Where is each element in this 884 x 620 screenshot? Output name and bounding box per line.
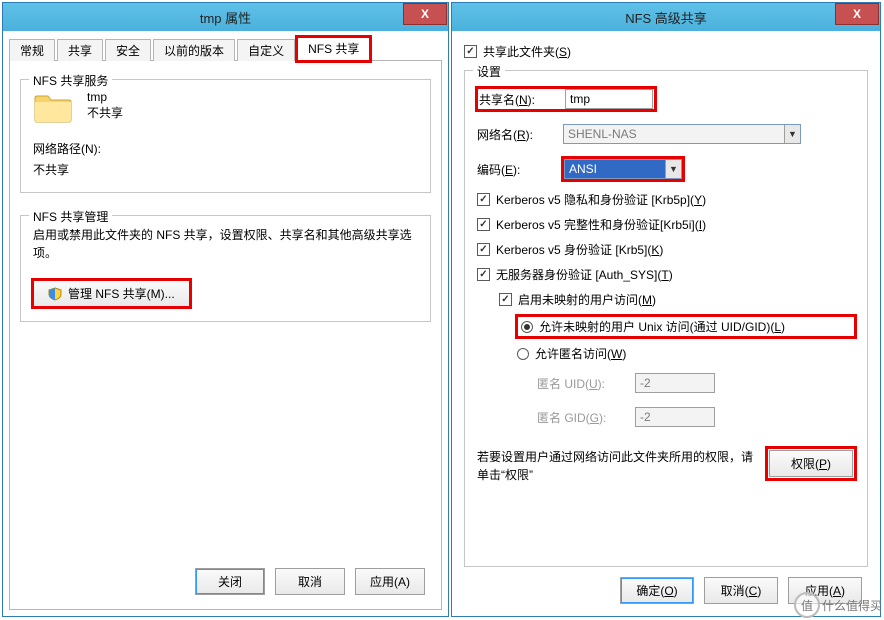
netname-value: SHENL-NAS	[564, 127, 784, 141]
cancel-button-right[interactable]: 取消(C)	[704, 577, 778, 604]
share-this-checkbox[interactable]	[464, 45, 477, 58]
share-this-folder-row[interactable]: 共享此文件夹(S)	[464, 43, 868, 60]
row-krb5p[interactable]: Kerberos v5 隐私和身份验证 [Krb5p](Y)	[477, 191, 855, 208]
nfs-advanced-dialog: NFS 高级共享 X 共享此文件夹(S) 设置 共享名(N): 网络名(R): …	[451, 2, 881, 617]
apply-button-right[interactable]: 应用(A)	[788, 577, 862, 604]
row-allow-anon[interactable]: 允许匿名访问(W)	[517, 345, 855, 362]
anon-uid-label: 匿名 UID(U):	[537, 375, 627, 392]
legend-settings: 设置	[473, 63, 505, 80]
chevron-down-icon: ▼	[784, 125, 800, 143]
left-button-bar: 关闭 取消 应用(A)	[20, 558, 431, 599]
allow-anon-label: 允许匿名访问(W)	[535, 345, 626, 362]
cancel-button-left[interactable]: 取消	[275, 568, 345, 595]
share-this-label: 共享此文件夹(S)	[483, 43, 571, 60]
ok-button[interactable]: 确定(O)	[620, 577, 694, 604]
tab-previous-versions[interactable]: 以前的版本	[153, 39, 235, 61]
titlebar-left[interactable]: tmp 属性 X	[3, 3, 448, 31]
properties-dialog: tmp 属性 X 常规 共享 安全 以前的版本 自定义 NFS 共享 NFS 共…	[2, 2, 449, 617]
authsys-label: 无服务器身份验证 [Auth_SYS](T)	[496, 266, 673, 283]
close-icon: X	[421, 7, 429, 21]
folder-status: 不共享	[87, 104, 123, 121]
client-left: 常规 共享 安全 以前的版本 自定义 NFS 共享 NFS 共享服务 tmp 不…	[3, 31, 448, 616]
row-netname: 网络名(R): SHENL-NAS ▼	[477, 124, 855, 144]
manage-nfs-button[interactable]: 管理 NFS 共享(M)...	[33, 280, 190, 307]
row-anon-gid: 匿名 GID(G):	[537, 407, 855, 427]
enable-unmapped-checkbox[interactable]	[499, 293, 512, 306]
allow-anon-radio[interactable]	[517, 348, 529, 360]
group-nfs-mgmt: NFS 共享管理 启用或禁用此文件夹的 NFS 共享，设置权限、共享名和其他高级…	[20, 215, 431, 322]
encoding-label: 编码(E):	[477, 161, 555, 178]
anon-uid-input	[635, 373, 715, 393]
krb5i-label: Kerberos v5 完整性和身份验证[Krb5i](I)	[496, 216, 706, 233]
tab-share[interactable]: 共享	[57, 39, 103, 61]
netpath-label: 网络路径(N):	[33, 140, 418, 157]
authsys-checkbox[interactable]	[477, 268, 490, 281]
netname-label: 网络名(R):	[477, 126, 555, 143]
row-permissions: 若要设置用户通过网络访问此文件夹所用的权限，请单击“权限” 权限(P)	[477, 448, 855, 484]
row-authsys[interactable]: 无服务器身份验证 [Auth_SYS](T)	[477, 266, 855, 283]
tab-general[interactable]: 常规	[9, 39, 55, 61]
folder-row: tmp 不共享	[33, 90, 418, 124]
krb5p-label: Kerberos v5 隐私和身份验证 [Krb5p](Y)	[496, 191, 706, 208]
tab-nfs-share[interactable]: NFS 共享	[297, 37, 370, 61]
apply-button-left[interactable]: 应用(A)	[355, 568, 425, 595]
tab-custom[interactable]: 自定义	[237, 39, 295, 61]
tabstrip: 常规 共享 安全 以前的版本 自定义 NFS 共享	[9, 37, 442, 61]
shield-icon	[48, 287, 62, 301]
anon-gid-label: 匿名 GID(G):	[537, 409, 627, 426]
title-left: tmp 属性	[3, 8, 448, 27]
encoding-combo[interactable]: ANSI ▼	[564, 159, 682, 179]
netname-combo[interactable]: SHENL-NAS ▼	[563, 124, 801, 144]
anon-gid-input	[635, 407, 715, 427]
sharename-label: 共享名(N):	[479, 91, 557, 108]
row-sharename: 共享名(N):	[477, 88, 855, 110]
enable-unmapped-label: 启用未映射的用户访问(M)	[518, 291, 656, 308]
close-button-left[interactable]: X	[403, 3, 447, 25]
row-encoding: 编码(E): ANSI ▼	[477, 158, 855, 180]
close-icon: X	[853, 7, 861, 21]
manage-btn-highlight: 管理 NFS 共享(M)...	[33, 280, 190, 307]
sharename-input[interactable]	[565, 89, 653, 109]
tabpage-nfs: NFS 共享服务 tmp 不共享 网络路径(N): 不共享 NFS 共享管理 启…	[9, 61, 442, 610]
row-krb5i[interactable]: Kerberos v5 完整性和身份验证[Krb5i](I)	[477, 216, 855, 233]
titlebar-right[interactable]: NFS 高级共享 X	[452, 3, 880, 31]
chevron-down-icon: ▼	[665, 160, 681, 178]
folder-info: tmp 不共享	[87, 90, 123, 121]
mgmt-desc: 启用或禁用此文件夹的 NFS 共享，设置权限、共享名和其他高级共享选项。	[33, 226, 418, 262]
legend-nfs-mgmt: NFS 共享管理	[29, 208, 112, 225]
krb5p-checkbox[interactable]	[477, 193, 490, 206]
group-nfs-service: NFS 共享服务 tmp 不共享 网络路径(N): 不共享	[20, 79, 431, 193]
perm-text: 若要设置用户通过网络访问此文件夹所用的权限，请单击“权限”	[477, 448, 757, 484]
legend-nfs-service: NFS 共享服务	[29, 72, 112, 89]
folder-icon	[33, 90, 73, 124]
right-button-bar: 确定(O) 取消(C) 应用(A)	[464, 567, 868, 608]
allow-unix-label: 允许未映射的用户 Unix 访问(通过 UID/GID)(L)	[539, 318, 785, 335]
close-dialog-button[interactable]: 关闭	[195, 568, 265, 595]
tab-security[interactable]: 安全	[105, 39, 151, 61]
netpath-value: 不共享	[33, 161, 418, 178]
row-krb5[interactable]: Kerberos v5 身份验证 [Krb5](K)	[477, 241, 855, 258]
client-right: 共享此文件夹(S) 设置 共享名(N): 网络名(R): SHENL-NAS ▼…	[452, 31, 880, 616]
encoding-value: ANSI	[565, 162, 665, 176]
row-anon-uid: 匿名 UID(U):	[537, 373, 855, 393]
krb5-checkbox[interactable]	[477, 243, 490, 256]
row-enable-unmapped[interactable]: 启用未映射的用户访问(M)	[499, 291, 855, 308]
title-right: NFS 高级共享	[452, 8, 880, 27]
group-settings: 设置 共享名(N): 网络名(R): SHENL-NAS ▼ 编码(E):	[464, 70, 868, 567]
permissions-button[interactable]: 权限(P)	[769, 450, 853, 477]
folder-name: tmp	[87, 90, 123, 104]
krb5i-checkbox[interactable]	[477, 218, 490, 231]
row-allow-unix[interactable]: 允许未映射的用户 Unix 访问(通过 UID/GID)(L)	[517, 316, 855, 337]
manage-btn-label: 管理 NFS 共享(M)...	[68, 285, 175, 302]
krb5-label: Kerberos v5 身份验证 [Krb5](K)	[496, 241, 663, 258]
allow-unix-radio[interactable]	[521, 321, 533, 333]
close-button-right[interactable]: X	[835, 3, 879, 25]
